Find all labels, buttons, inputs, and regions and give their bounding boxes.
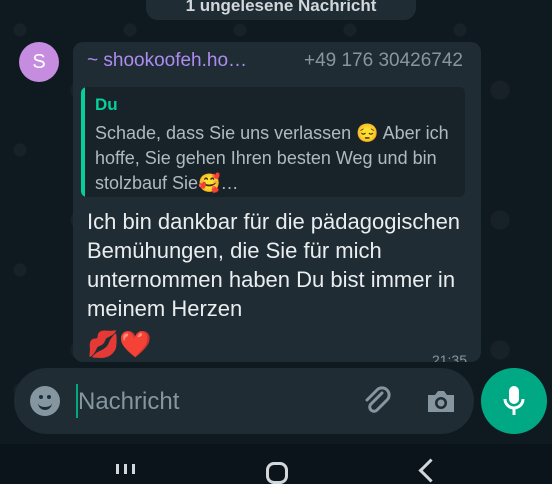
back-icon[interactable] [418, 458, 443, 483]
quote-author: Du [95, 95, 118, 114]
avatar-letter: S [32, 50, 46, 73]
message-text: Ich bin dankbar für die pädagogischen Be… [87, 209, 461, 321]
attach-icon[interactable] [360, 384, 394, 418]
message-time: 21:35 [431, 352, 467, 362]
message-input[interactable] [76, 382, 340, 422]
camera-icon[interactable] [424, 384, 458, 418]
quote-text: Schade, dass Sie uns verlassen 😔 Aber ic… [95, 123, 449, 193]
sender-phone: +49 176 30426742 [303, 50, 463, 71]
message-composer [14, 368, 474, 434]
home-icon[interactable] [266, 462, 288, 484]
unread-banner-text: 1 ungelesene Nachricht [185, 0, 377, 15]
sender-row: ~ shookoofeh.ho… +49 176 30426742 [87, 50, 463, 74]
message-bubble[interactable]: ~ shookoofeh.ho… +49 176 30426742 Du Sch… [73, 42, 481, 362]
recents-icon[interactable] [116, 464, 136, 474]
system-navigation-bar [0, 444, 552, 484]
sender-avatar[interactable]: S [19, 42, 59, 82]
message-emojis: 💋❤️ [87, 329, 152, 359]
quote-accent-bar [81, 87, 85, 197]
emoji-icon[interactable] [30, 386, 60, 416]
emoji-smile-shape [38, 401, 52, 410]
unread-messages-banner: 1 ungelesene Nachricht [146, 0, 416, 20]
mic-button[interactable] [481, 368, 547, 434]
mic-icon [503, 386, 525, 415]
quoted-message[interactable]: Du Schade, dass Sie uns verlassen 😔 Aber… [81, 87, 465, 197]
sender-name[interactable]: ~ shookoofeh.ho… [87, 50, 247, 72]
